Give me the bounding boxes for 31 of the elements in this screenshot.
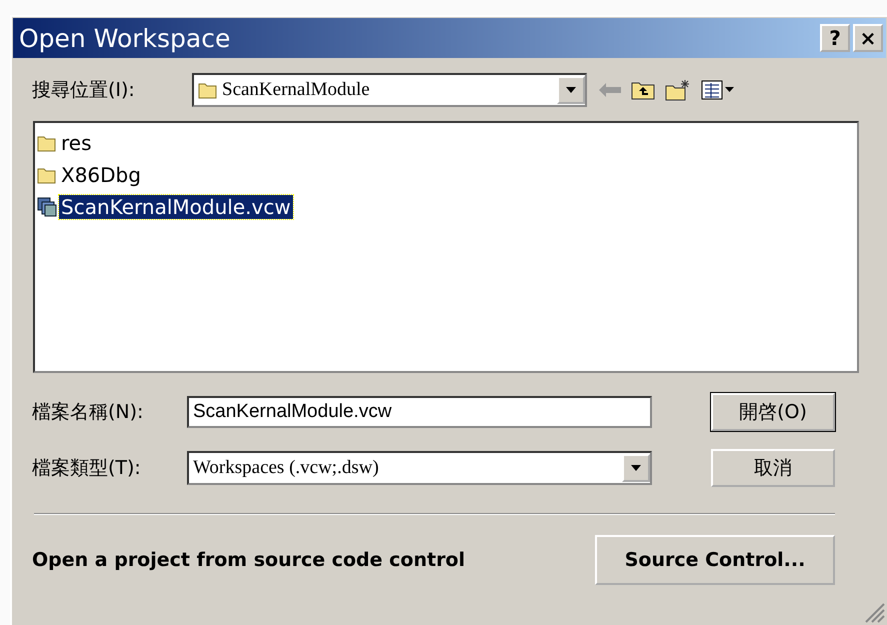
folder-up-icon[interactable] (631, 80, 655, 100)
help-button[interactable]: ? (820, 24, 850, 52)
dropdown-button[interactable] (622, 454, 650, 482)
dropdown-button[interactable] (557, 76, 585, 104)
look-in-dropdown[interactable]: ScanKernalModule (192, 73, 587, 107)
look-in-label: 搜尋位置(I): (32, 78, 136, 103)
file-item[interactable]: X86Dbg (37, 159, 855, 191)
file-item[interactable]: res (37, 127, 855, 159)
cancel-button[interactable]: 取消 (711, 449, 835, 487)
view-menu-icon[interactable] (701, 80, 735, 100)
window-title: Open Workspace (19, 24, 232, 52)
source-control-text: Open a project from source code control (32, 549, 466, 571)
file-name-label: 檔案名稱(N): (32, 400, 144, 425)
file-name-field[interactable]: ScanKernalModule.vcw (187, 396, 652, 428)
new-folder-icon[interactable] (665, 79, 691, 101)
folder-icon (37, 166, 57, 184)
source-control-button[interactable]: Source Control... (595, 535, 835, 585)
file-name[interactable]: ScanKernalModule.vcw (59, 195, 293, 219)
caret-icon (566, 87, 576, 93)
folder-icon (37, 134, 57, 152)
file-name[interactable]: res (59, 131, 94, 155)
workspace-file-icon (37, 197, 57, 217)
close-button[interactable]: × (853, 24, 883, 52)
folder-icon (198, 81, 218, 99)
file-type-label: 檔案類型(T): (32, 456, 142, 481)
file-type-dropdown[interactable]: Workspaces (.vcw;.dsw) (187, 451, 652, 485)
file-item[interactable]: ScanKernalModule.vcw (37, 191, 855, 223)
resize-grip-icon[interactable] (863, 601, 885, 623)
open-button[interactable]: 開啓(O) (711, 393, 835, 431)
file-name[interactable]: X86Dbg (59, 163, 143, 187)
caret-icon (631, 465, 641, 471)
